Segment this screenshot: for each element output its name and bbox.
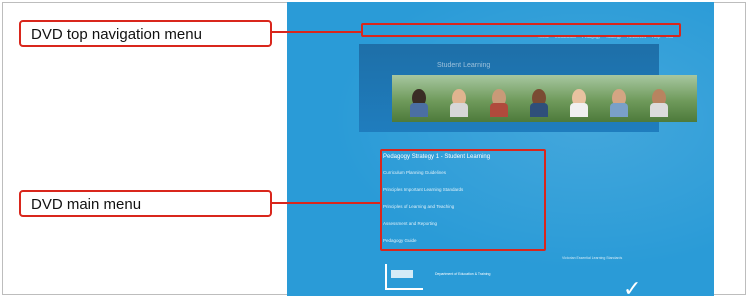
- site-title: Student Learning: [437, 62, 491, 69]
- top-nav-highlight-box: [361, 23, 681, 37]
- main-menu-leader-line: [272, 202, 380, 204]
- top-nav-callout: DVD top navigation menu: [19, 20, 272, 47]
- main-menu-highlight-box: [380, 149, 546, 251]
- main-menu-callout: DVD main menu: [19, 190, 272, 217]
- top-nav-leader-line: [272, 31, 361, 33]
- person-body: [490, 103, 508, 117]
- vels-logo-text: Victorian Essential Learning Standards: [562, 256, 623, 260]
- person-body: [410, 103, 428, 117]
- person-body: [570, 103, 588, 117]
- person-body: [530, 103, 548, 117]
- person-body: [610, 103, 628, 117]
- department-logo: [385, 264, 423, 290]
- students-photo: [392, 75, 697, 122]
- person-body: [650, 103, 668, 117]
- department-logo-text: Department of Education & Training: [435, 272, 491, 276]
- checkmark-logo-icon: ✓: [623, 276, 642, 297]
- person-body: [450, 103, 468, 117]
